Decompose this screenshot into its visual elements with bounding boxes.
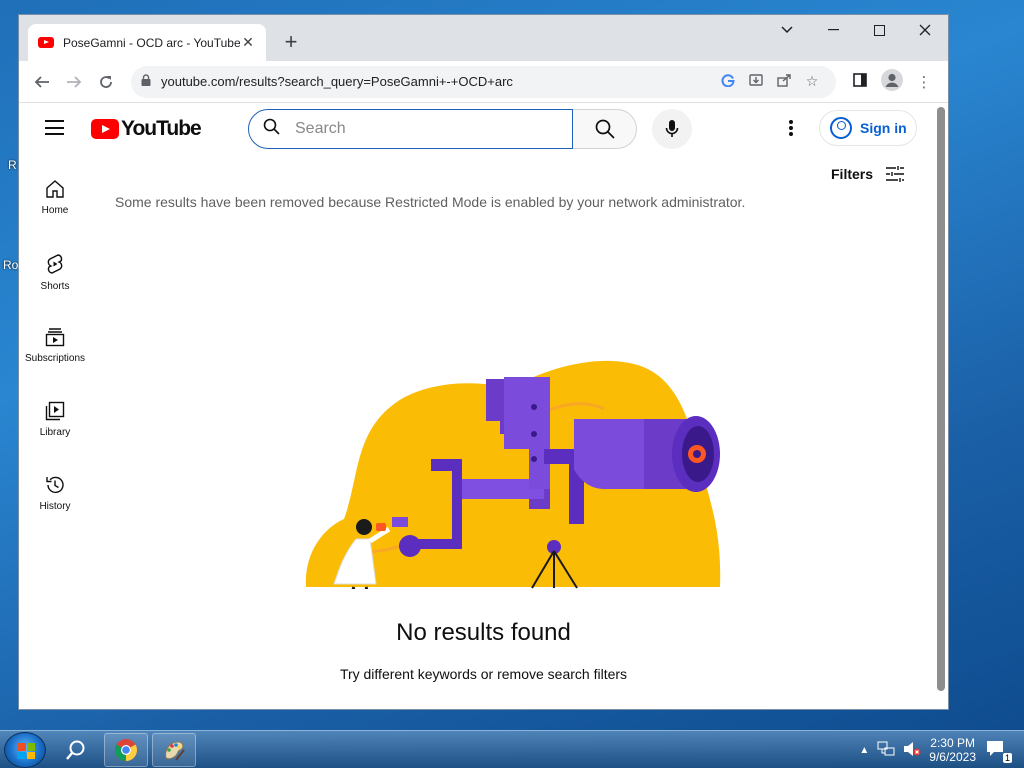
notification-count-badge: 1 [1002, 752, 1012, 763]
volume-muted-icon[interactable] [903, 741, 921, 760]
guide-label: Home [41, 205, 69, 216]
subscriptions-icon [45, 328, 65, 347]
guide-menu-icon[interactable] [45, 120, 64, 135]
search-box[interactable] [248, 109, 573, 149]
maximize-button[interactable] [856, 15, 902, 45]
page-scrollbar[interactable] [937, 107, 945, 691]
youtube-logo[interactable]: YouTube [91, 117, 202, 141]
settings-menu-icon[interactable] [785, 117, 797, 139]
youtube-header: YouTube Sign in [19, 103, 948, 153]
taskbar-paint-button[interactable] [152, 733, 196, 767]
clock-time: 2:30 PM [930, 736, 975, 750]
home-icon [46, 180, 64, 198]
guide-item-shorts[interactable]: Shorts [19, 237, 91, 311]
system-tray: ▲ 2:30 PM 9/6/2023 1 [859, 731, 1024, 768]
tab-close-icon[interactable]: ✕ [240, 34, 256, 51]
library-icon [45, 401, 65, 421]
browser-menu-icon[interactable]: ⋮ [908, 73, 940, 91]
account-icon [830, 117, 852, 139]
action-center-icon[interactable]: 1 [986, 740, 1012, 763]
minimize-button[interactable] [810, 15, 856, 45]
new-tab-button[interactable]: + [277, 29, 305, 57]
tab-strip: PoseGamni - OCD arc - YouTube ✕ + [19, 15, 948, 61]
taskbar-chrome-button[interactable] [104, 733, 148, 767]
desktop-icon-fragment[interactable]: Ro [3, 258, 18, 272]
search-icon [263, 118, 283, 140]
search-icon [66, 740, 85, 760]
browser-toolbar: youtube.com/results?search_query=PoseGam… [19, 61, 948, 103]
microphone-icon [665, 120, 679, 137]
youtube-favicon-icon [38, 37, 54, 48]
search-button[interactable] [573, 109, 637, 149]
sign-in-button[interactable]: Sign in [819, 110, 917, 146]
guide-item-history[interactable]: History [19, 459, 91, 533]
network-icon[interactable] [877, 741, 895, 760]
bookmark-star-icon[interactable]: ☆ [798, 73, 826, 90]
windows-logo-icon [17, 743, 35, 759]
youtube-page: YouTube Sign in [19, 103, 948, 709]
filters-button[interactable]: Filters [831, 165, 905, 183]
youtube-logo-text: YouTube [121, 117, 202, 140]
install-app-icon[interactable] [742, 73, 770, 90]
shorts-icon [47, 254, 63, 274]
guide-item-library[interactable]: Library [19, 385, 91, 459]
profile-avatar[interactable] [876, 68, 908, 95]
tab-search-icon[interactable] [764, 15, 810, 45]
desktop-icon-fragment[interactable]: R [8, 158, 17, 172]
guide-label: Subscriptions [24, 353, 86, 364]
guide-label: Library [39, 427, 71, 438]
filters-label: Filters [831, 166, 874, 182]
filter-sliders-icon [886, 166, 905, 182]
guide-item-subscriptions[interactable]: Subscriptions [19, 311, 91, 385]
no-results-illustration [305, 360, 721, 589]
no-results-subtitle: Try different keywords or remove search … [339, 666, 628, 682]
sign-in-label: Sign in [860, 120, 907, 136]
taskbar: ▲ 2:30 PM 9/6/2023 1 [0, 730, 1024, 768]
window-controls [764, 15, 948, 45]
lock-icon[interactable] [141, 73, 151, 91]
no-results-title: No results found [396, 619, 571, 646]
share-icon[interactable] [770, 73, 798, 90]
show-hidden-icons-icon[interactable]: ▲ [859, 745, 869, 756]
voice-search-button[interactable] [652, 109, 692, 149]
restricted-mode-notice: Some results have been removed because R… [115, 194, 746, 210]
back-button[interactable] [27, 67, 57, 97]
side-panel-icon[interactable] [844, 72, 876, 91]
reload-button[interactable] [91, 67, 121, 97]
paint-icon [165, 741, 185, 761]
browser-tab[interactable]: PoseGamni - OCD arc - YouTube ✕ [28, 24, 266, 61]
address-bar[interactable]: youtube.com/results?search_query=PoseGam… [131, 65, 836, 98]
google-lens-icon[interactable] [714, 73, 742, 90]
search-bar [248, 109, 637, 149]
clock-date: 9/6/2023 [929, 750, 976, 764]
taskbar-search-button[interactable] [54, 733, 98, 767]
search-button-icon [595, 119, 615, 139]
guide-label: History [39, 501, 71, 512]
start-button[interactable] [4, 732, 46, 768]
forward-button[interactable] [59, 67, 89, 97]
taskbar-clock[interactable]: 2:30 PM 9/6/2023 [929, 736, 976, 764]
tab-title: PoseGamni - OCD arc - YouTube [63, 35, 240, 50]
history-icon [46, 476, 64, 494]
youtube-logo-icon [91, 119, 119, 139]
guide-item-home[interactable]: Home [19, 163, 91, 237]
url-text[interactable]: youtube.com/results?search_query=PoseGam… [161, 74, 714, 89]
guide-sidebar: Home Shorts Subscriptions Library Histor… [19, 163, 91, 533]
close-window-button[interactable] [902, 15, 948, 45]
chrome-icon [115, 739, 137, 761]
browser-window: PoseGamni - OCD arc - YouTube ✕ + youtub… [18, 14, 949, 710]
guide-label: Shorts [40, 281, 70, 292]
search-input[interactable] [295, 120, 555, 138]
